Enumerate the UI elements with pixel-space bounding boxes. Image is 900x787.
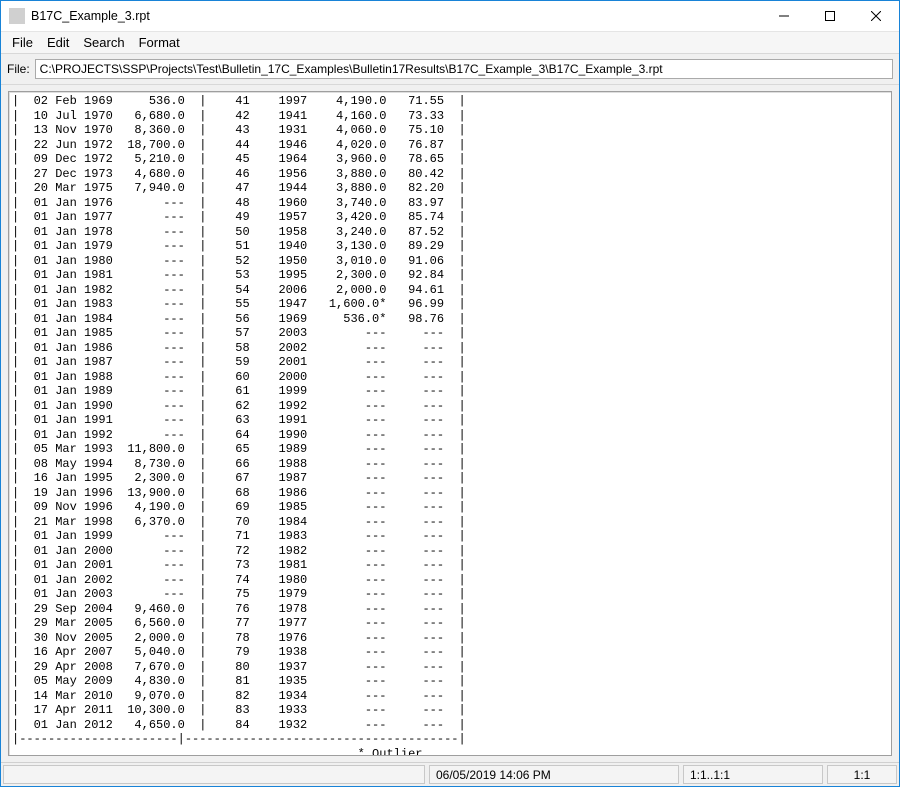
file-path-input[interactable] bbox=[35, 59, 893, 79]
menu-search[interactable]: Search bbox=[76, 33, 131, 52]
menu-format[interactable]: Format bbox=[132, 33, 187, 52]
minimize-button[interactable] bbox=[761, 1, 807, 31]
window-title: B17C_Example_3.rpt bbox=[31, 9, 761, 23]
report-text-view[interactable]: | 02 Feb 1969 536.0 | 41 1997 4,190.0 71… bbox=[8, 91, 892, 756]
menu-file[interactable]: File bbox=[5, 33, 40, 52]
content-area: | 02 Feb 1969 536.0 | 41 1997 4,190.0 71… bbox=[1, 85, 899, 762]
menubar: File Edit Search Format bbox=[1, 32, 899, 54]
window-controls bbox=[761, 1, 899, 31]
titlebar: B17C_Example_3.rpt bbox=[1, 1, 899, 32]
menu-edit[interactable]: Edit bbox=[40, 33, 76, 52]
status-datetime: 06/05/2019 14:06 PM bbox=[429, 765, 679, 784]
status-linecol: 1:1..1:1 bbox=[683, 765, 823, 784]
status-zoom: 1:1 bbox=[827, 765, 897, 784]
app-icon bbox=[9, 8, 25, 24]
statusbar: 06/05/2019 14:06 PM 1:1..1:1 1:1 bbox=[1, 762, 899, 786]
file-label: File: bbox=[7, 62, 30, 76]
file-path-bar: File: bbox=[1, 54, 899, 85]
status-message bbox=[3, 765, 425, 784]
close-button[interactable] bbox=[853, 1, 899, 31]
maximize-button[interactable] bbox=[807, 1, 853, 31]
